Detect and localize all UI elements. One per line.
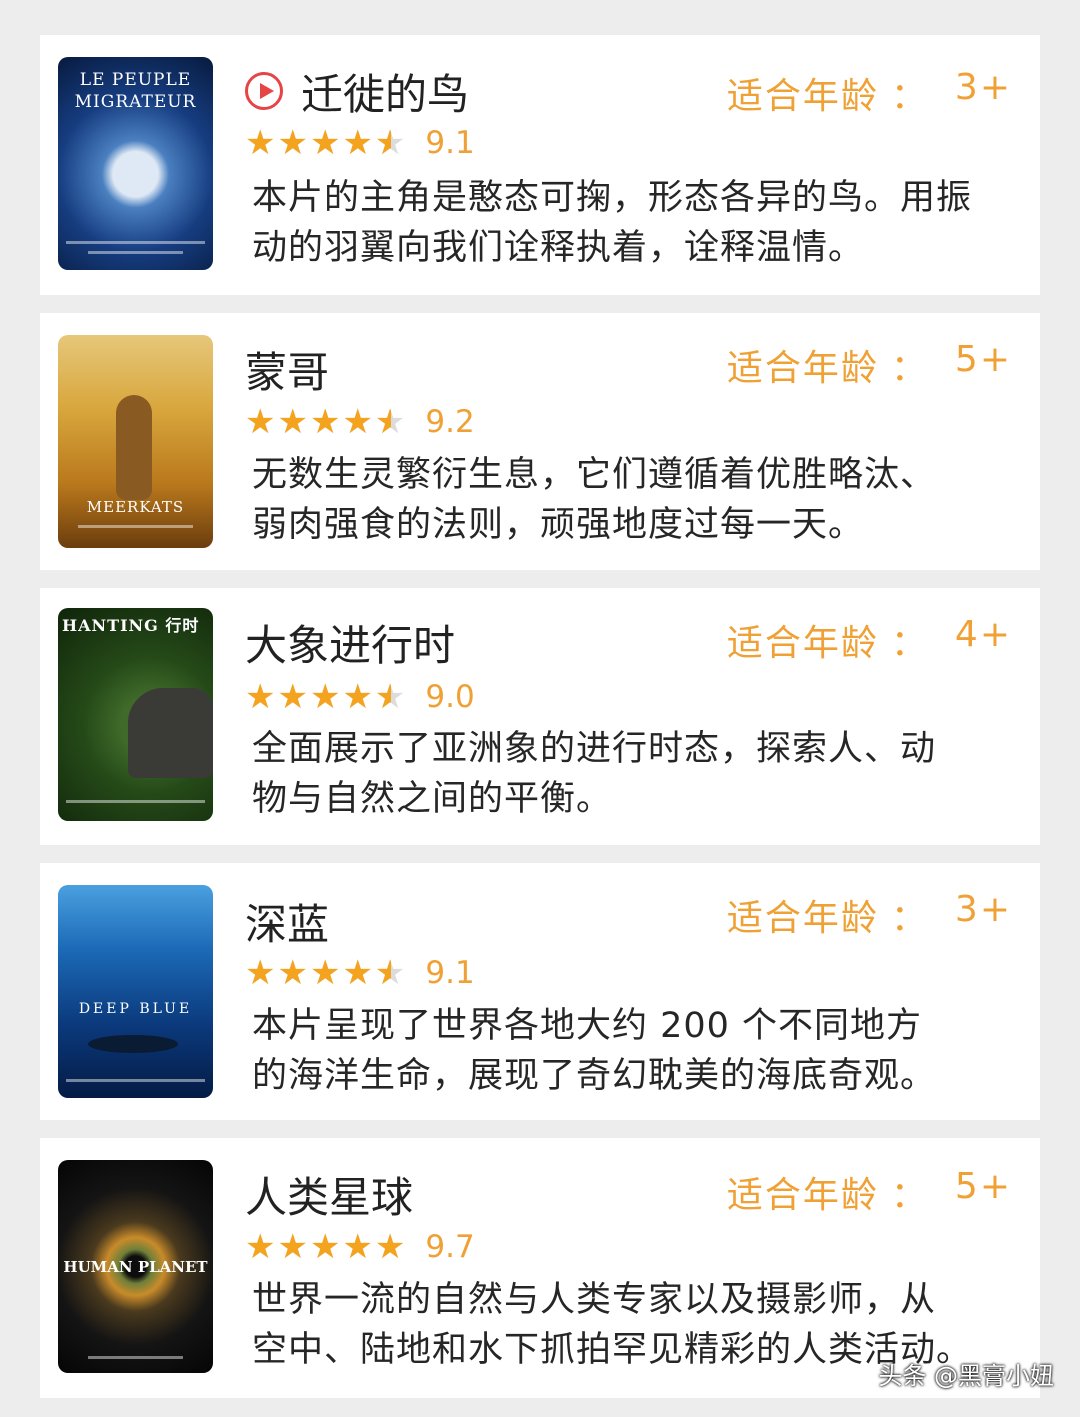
age-badge: 适合年龄 ： 3+ <box>727 67 1012 119</box>
fish-figure <box>88 1035 178 1053</box>
movie-description: 本片呈现了世界各地大约 200 个不同地方 的海洋生命，展现了奇幻耽美的海底奇观… <box>252 1001 1036 1101</box>
movie-title[interactable]: 大象进行时 <box>245 612 455 673</box>
movie-description: 本片的主角是憨态可掬，形态各异的鸟。用振 动的羽翼向我们诠释执着，诠释温情。 <box>252 173 1036 273</box>
description-line: 无数生灵繁衍生息，它们遵循着优胜略汰、 <box>252 455 937 495</box>
title-row: 迁徙的鸟 <box>245 63 469 119</box>
rating-score: 9.2 <box>425 404 475 440</box>
rating-row: ★★★★★ ★★★★★ 9.1 <box>245 951 475 995</box>
rating-row: ★★★★★ ★★★★★ 9.7 <box>245 1225 475 1269</box>
poster-image[interactable]: HUMAN PLANET <box>58 1160 213 1373</box>
movie-card[interactable]: DEEP BLUE 深蓝 适合年龄 ： 3+ ★★★★★ ★★★★★ 9.1 本… <box>40 863 1040 1120</box>
star-icons-filled: ★★★★★ <box>245 953 391 993</box>
movie-card[interactable]: MEERKATS 蒙哥 适合年龄 ： 5+ ★★★★★ ★★★★★ 9.2 无数… <box>40 313 1040 570</box>
age-value: 5+ <box>954 339 1012 380</box>
title-row: 大象进行时 <box>245 614 455 670</box>
age-value: 3+ <box>954 889 1012 930</box>
age-separator: ： <box>890 348 929 389</box>
poster-credits <box>66 1079 205 1082</box>
age-value: 4+ <box>954 614 1012 655</box>
description-line: 物与自然之间的平衡。 <box>252 779 613 819</box>
poster-title: HANTING 行时 <box>62 616 200 635</box>
watermark: 头条 @黑膏小妞 <box>878 1362 1054 1390</box>
movie-card[interactable]: HANTING 行时 大象进行时 适合年龄 ： 4+ ★★★★★ ★★★★★ 9… <box>40 588 1040 845</box>
age-label: 适合年龄 <box>726 76 879 117</box>
description-line: 世界一流的自然与人类专家以及摄影师，从 <box>252 1280 937 1320</box>
star-icons-filled: ★★★★★ <box>245 123 391 163</box>
movie-title[interactable]: 蒙哥 <box>245 339 329 400</box>
star-rating: ★★★★★ ★★★★★ <box>245 953 407 993</box>
description-line: 全面展示了亚洲象的进行时态，探索人、动 <box>252 729 937 769</box>
movie-title[interactable]: 人类星球 <box>245 1164 413 1225</box>
age-label: 适合年龄 <box>726 898 879 939</box>
star-icons-filled: ★★★★★ <box>245 402 391 442</box>
poster-credits <box>88 251 183 254</box>
age-separator: ： <box>890 76 929 117</box>
star-rating: ★★★★★ ★★★★★ <box>245 123 407 163</box>
rating-score: 9.1 <box>425 955 475 991</box>
poster-image[interactable]: DEEP BLUE <box>58 885 213 1098</box>
movie-card[interactable]: LE PEUPLE MIGRATEUR 迁徙的鸟 适合年龄 ： 3+ ★★★★★… <box>40 35 1040 295</box>
rating-row: ★★★★★ ★★★★★ 9.1 <box>245 121 475 165</box>
poster-image[interactable]: HANTING 行时 <box>58 608 213 821</box>
star-rating: ★★★★★ ★★★★★ <box>245 677 407 717</box>
poster-image[interactable]: MEERKATS <box>58 335 213 548</box>
movie-title[interactable]: 深蓝 <box>245 891 329 952</box>
poster-title: HUMAN PLANET <box>63 1258 208 1276</box>
description-line: 的海洋生命，展现了奇幻耽美的海底奇观。 <box>252 1056 937 1096</box>
title-row: 深蓝 <box>245 893 329 949</box>
age-separator: ： <box>890 1175 929 1216</box>
age-separator: ： <box>890 623 929 664</box>
rating-row: ★★★★★ ★★★★★ 9.0 <box>245 675 475 719</box>
play-icon[interactable] <box>245 72 283 110</box>
age-label: 适合年龄 <box>726 348 879 389</box>
poster-credits <box>66 241 205 244</box>
rating-score: 9.0 <box>425 679 475 715</box>
rating-row: ★★★★★ ★★★★★ 9.2 <box>245 400 475 444</box>
poster-title: LE PEUPLE MIGRATEUR <box>74 70 197 112</box>
movie-description: 无数生灵繁衍生息，它们遵循着优胜略汰、 弱肉强食的法则，顽强地度过每一天。 <box>252 450 1036 550</box>
star-icons-filled: ★★★★★ <box>245 677 391 717</box>
age-value: 3+ <box>954 67 1012 108</box>
age-label: 适合年龄 <box>726 1175 879 1216</box>
age-value: 5+ <box>954 1166 1012 1207</box>
rating-score: 9.7 <box>425 1229 475 1265</box>
rating-score: 9.1 <box>425 125 475 161</box>
poster-credits <box>78 525 193 528</box>
poster-title: DEEP BLUE <box>78 1001 193 1017</box>
elephant-figure <box>128 688 213 778</box>
movie-title[interactable]: 迁徙的鸟 <box>301 61 469 122</box>
poster-credits <box>66 800 205 803</box>
star-icons-filled: ★★★★★ <box>245 1227 408 1267</box>
meerkat-figure <box>116 395 152 500</box>
age-label: 适合年龄 <box>726 623 879 664</box>
age-badge: 适合年龄 ： 5+ <box>727 1166 1012 1218</box>
movie-description: 全面展示了亚洲象的进行时态，探索人、动 物与自然之间的平衡。 <box>252 724 1036 824</box>
description-line: 动的羽翼向我们诠释执着，诠释温情。 <box>252 228 865 268</box>
title-row: 人类星球 <box>245 1166 413 1222</box>
description-line: 本片呈现了世界各地大约 200 个不同地方 <box>252 1006 923 1046</box>
star-rating: ★★★★★ ★★★★★ <box>245 402 407 442</box>
star-rating: ★★★★★ ★★★★★ <box>245 1227 407 1267</box>
age-badge: 适合年龄 ： 5+ <box>727 339 1012 391</box>
poster-title: MEERKATS <box>86 498 185 516</box>
title-row: 蒙哥 <box>245 341 329 397</box>
age-separator: ： <box>890 898 929 939</box>
age-badge: 适合年龄 ： 3+ <box>727 889 1012 941</box>
poster-credits <box>88 1356 183 1359</box>
description-line: 弱肉强食的法则，顽强地度过每一天。 <box>252 505 865 545</box>
age-badge: 适合年龄 ： 4+ <box>727 614 1012 666</box>
poster-image[interactable]: LE PEUPLE MIGRATEUR <box>58 57 213 270</box>
description-line: 本片的主角是憨态可掬，形态各异的鸟。用振 <box>252 178 973 218</box>
